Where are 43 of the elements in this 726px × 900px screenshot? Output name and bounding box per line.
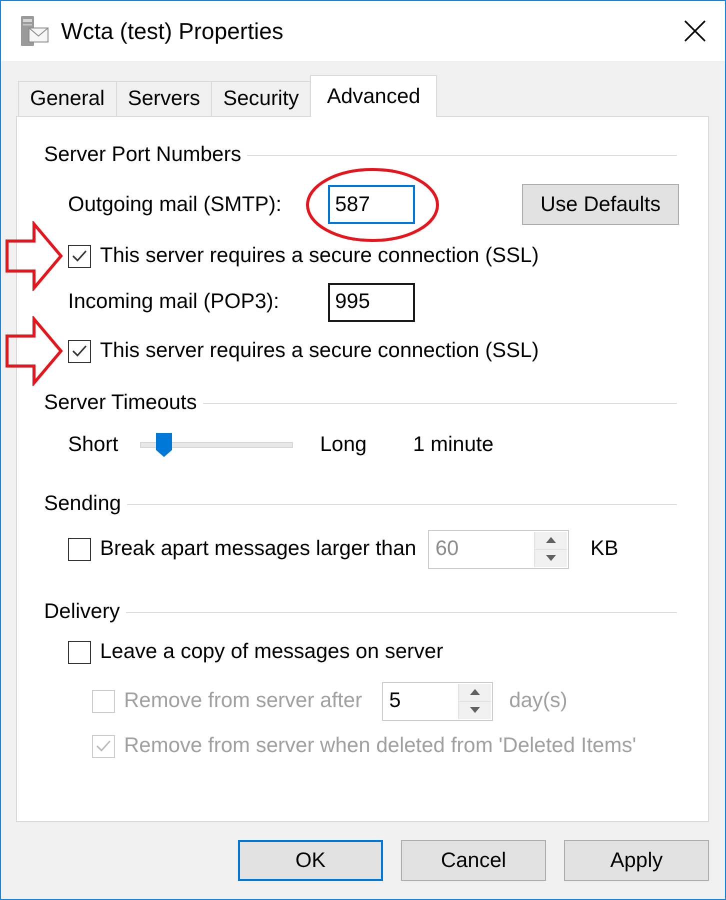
tab[interactable]: Advanced	[310, 75, 438, 117]
group-title: Server Port Numbers	[44, 143, 242, 167]
checkbox-label[interactable]: This server requires a secure connection (SSL)	[100, 244, 539, 268]
group-title: Sending	[44, 492, 122, 516]
checkmark-icon	[72, 345, 87, 357]
caret-up-icon	[470, 689, 480, 695]
window-title: Wcta (test) Properties	[61, 18, 284, 44]
group-title: Server Timeouts	[44, 391, 197, 415]
checkbox[interactable]	[68, 640, 91, 664]
server-mail-icon	[18, 15, 50, 47]
group-title: Delivery	[44, 600, 120, 624]
slider-thumb[interactable]	[156, 433, 172, 457]
dialog-button[interactable]: Cancel	[401, 840, 546, 881]
checkmark-icon	[72, 250, 87, 262]
number-spinbox[interactable]: 5	[382, 682, 494, 720]
dialog-button[interactable]: OK	[238, 840, 383, 881]
use-defaults-button[interactable]: Use Defaults	[522, 184, 679, 225]
spin-up-button[interactable]	[459, 684, 492, 700]
checkbox[interactable]	[68, 340, 91, 362]
spin-down-button[interactable]	[459, 700, 492, 718]
unit-label: day(s)	[509, 689, 568, 713]
slider-min-label: Short	[68, 433, 120, 457]
dialog-button[interactable]: Apply	[564, 840, 709, 881]
caret-up-icon	[546, 537, 556, 543]
checkbox-label[interactable]: This server requires a secure connection (SSL)	[100, 339, 539, 363]
unit-label: KB	[590, 537, 618, 561]
close-icon	[684, 20, 706, 42]
field-label: Incoming mail (POP3):	[68, 290, 280, 314]
caret-down-icon	[470, 707, 480, 713]
close-button[interactable]	[684, 20, 706, 42]
checkbox[interactable]	[68, 538, 91, 560]
timeout-slider[interactable]	[140, 433, 293, 457]
port-field[interactable]: 587	[328, 185, 415, 224]
tab[interactable]: General	[18, 81, 117, 116]
slider-max-label: Long	[320, 433, 368, 457]
port-field[interactable]: 995	[328, 282, 415, 322]
field-label: Outgoing mail (SMTP):	[68, 192, 283, 216]
checkbox-label[interactable]: Leave a copy of messages on server	[100, 640, 444, 664]
checkbox-label[interactable]: Break apart messages larger than	[100, 537, 416, 561]
checkbox[interactable]	[68, 244, 91, 268]
caret-down-icon	[546, 555, 556, 561]
checkmark-icon	[96, 740, 111, 752]
timeout-reading: 1 minute	[413, 433, 494, 457]
